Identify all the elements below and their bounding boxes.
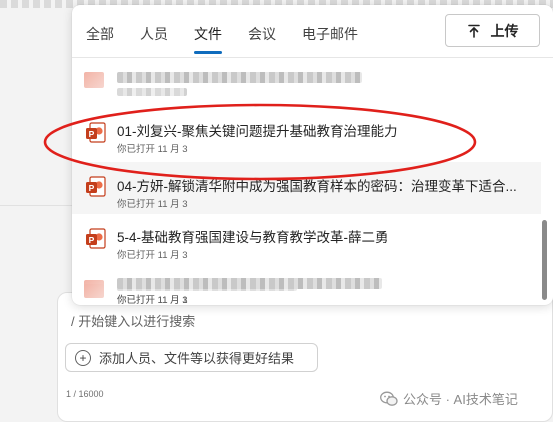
svg-text:P: P (89, 129, 95, 139)
blurred-meta (117, 88, 187, 96)
file-meta: 你已打开 11 月 3 (117, 144, 188, 155)
file-row[interactable]: P 01-刘复兴-聚焦关键问题提升基础教育治理能力 你已打开 11 月 3 (72, 110, 541, 162)
blurred-title (117, 72, 362, 83)
file-row[interactable]: P 04-方妍-解锁清华附中成为强国教育样本的密码：治理变革下适合... 你已打… (72, 162, 541, 214)
tab-email[interactable]: 电子邮件 (302, 24, 358, 52)
file-title: 5-4-基础教育强国建设与教育教学改革-薛二勇 (117, 230, 389, 245)
composer-prompt[interactable]: / 开始键入以进行搜索 (71, 311, 195, 330)
tabs-divider (72, 57, 553, 58)
search-popup: 全部 人员 文件 会议 电子邮件 上传 P 01-刘复兴-聚焦关键问题提升基础教… (72, 5, 553, 305)
svg-text:P: P (89, 183, 95, 193)
powerpoint-icon: P (86, 176, 106, 197)
upload-button-label: 上传 (490, 22, 519, 39)
tab-meetings[interactable]: 会议 (248, 24, 276, 52)
file-row-redacted[interactable] (72, 64, 541, 116)
file-title: 01-刘复兴-聚焦关键问题提升基础教育治理能力 (117, 124, 398, 139)
blurred-file-icon (84, 72, 104, 88)
blurred-title (117, 282, 297, 291)
file-row-redacted[interactable]: 你已打开 11 月 1 (72, 280, 541, 305)
blurred-file-icon (84, 284, 104, 298)
background-divider (0, 205, 74, 206)
upload-icon (467, 24, 480, 38)
wechat-icon (380, 391, 398, 406)
file-meta: 你已打开 11 月 3 (117, 250, 188, 261)
tab-all[interactable]: 全部 (86, 24, 114, 52)
file-row[interactable]: P 5-4-基础教育强国建设与教育教学改革-薛二勇 你已打开 11 月 3 (72, 214, 541, 266)
file-meta: 你已打开 11 月 3 (117, 199, 188, 210)
scrollbar-thumb[interactable] (542, 220, 547, 300)
svg-text:P: P (89, 235, 95, 245)
upload-button[interactable]: 上传 (445, 14, 540, 47)
watermark-text: 公众号 · AI技术笔记 (403, 392, 518, 407)
file-title: 04-方妍-解锁清华附中成为强国教育样本的密码：治理变革下适合... (117, 179, 517, 194)
search-tabs: 全部 人员 文件 会议 电子邮件 (86, 24, 384, 54)
character-counter: 1 / 16000 (66, 389, 104, 399)
powerpoint-icon: P (86, 122, 106, 143)
powerpoint-icon: P (86, 228, 106, 249)
watermark: 公众号 · AI技术笔记 (380, 389, 518, 408)
add-context-chip[interactable]: + 添加人员、文件等以获得更好结果 (65, 343, 318, 372)
tab-files[interactable]: 文件 (194, 24, 222, 54)
plus-icon: + (75, 349, 91, 366)
file-meta: 你已打开 11 月 1 (117, 295, 188, 305)
add-context-chip-label: 添加人员、文件等以获得更好结果 (99, 351, 295, 366)
tab-people[interactable]: 人员 (140, 24, 168, 52)
